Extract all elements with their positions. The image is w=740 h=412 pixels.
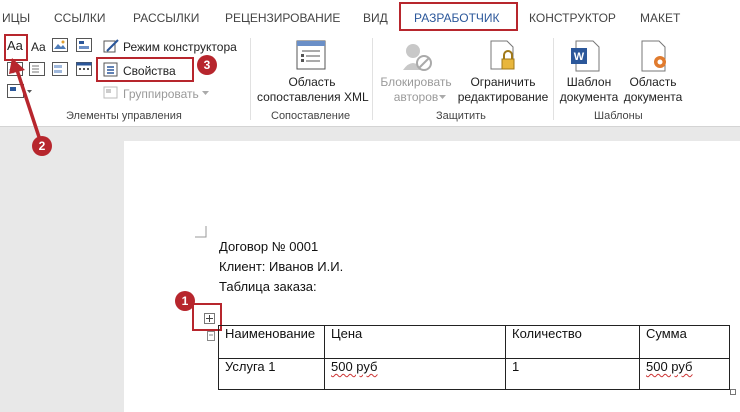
table-cell[interactable]: Услуга 1 [218,358,325,390]
templates-group-label: Шаблоны [594,110,643,122]
plain-text-control-icon[interactable]: Aa [31,40,46,54]
group-divider [250,38,251,120]
annotation-badge-2: 2 [32,136,52,156]
annotation-badge-1: 1 [175,291,195,311]
xml-pane-label-line1: Область [288,75,336,89]
date-picker-icon[interactable] [76,62,92,76]
group-icon [103,86,118,99]
table-header-cell[interactable]: Сумма [639,325,730,359]
document-template-line2: документа [559,90,619,104]
document-template-line1: Шаблон [566,75,612,89]
group-divider [553,38,554,120]
mapping-group-label: Сопоставление [271,110,351,122]
tab-mailings[interactable]: РАССЫЛКИ [133,11,199,25]
ribbon-tab-bar: ИЦЫ ССЫЛКИ РАССЫЛКИ РЕЦЕНЗИРОВАНИЕ ВИД Р… [0,0,740,33]
developer-tab-highlight [399,2,518,31]
combo-box-icon[interactable] [29,62,45,76]
chevron-down-icon [202,91,209,95]
table-cell[interactable]: 1 [505,358,640,390]
tab-layout[interactable]: МАКЕТ [640,11,680,25]
picture-control-icon[interactable] [52,38,68,52]
design-mode-icon [103,39,119,53]
document-panel-icon [641,40,666,72]
table-header-cell[interactable]: Наименование [218,325,325,359]
tab-design[interactable]: КОНСТРУКТОР [529,11,616,25]
properties-highlight [96,57,194,82]
rich-text-highlight [4,34,28,61]
document-line-table-caption: Таблица заказа: [219,279,317,294]
table-resize-handle[interactable] [730,389,736,395]
table-header-cell[interactable]: Цена [324,325,506,359]
table-header-cell[interactable]: Количество [505,325,640,359]
xml-mapping-pane-icon [296,40,326,70]
group-button[interactable]: Группировать [123,87,199,101]
restrict-editing-icon [490,40,515,70]
restrict-editing-line2: редактирование [457,90,549,104]
dropdown-list-icon[interactable] [52,62,68,76]
document-line-client: Клиент: Иванов И.И. [219,259,344,274]
legacy-tools-icon[interactable] [7,84,33,98]
protect-group-label: Защитить [436,110,486,122]
margin-corner-mark [195,226,207,238]
block-authors-icon [403,44,432,71]
tab-view[interactable]: ВИД [363,11,388,25]
controls-group-label: Элементы управления [66,110,182,122]
design-mode-button[interactable]: Режим конструктора [123,40,237,54]
table-cell-text: 500 руб [331,359,378,374]
block-authors-line2: авторов [393,90,439,104]
tab-review[interactable]: РЕЦЕНЗИРОВАНИЕ [225,11,340,25]
table-cell-text: 500 руб [646,359,693,374]
building-block-icon[interactable] [76,38,92,52]
document-template-icon: W [571,40,600,72]
block-authors-line1: Блокировать [380,75,452,89]
order-table[interactable]: Наименование Цена Количество Сумма Услуг… [218,325,730,390]
xml-pane-label-line2: сопоставления XML [257,90,369,104]
restrict-editing-line1: Ограничить [470,75,536,89]
table-cell[interactable]: 500 руб [324,358,506,390]
table-cell[interactable]: 500 руб [639,358,730,390]
row-marker-icon [207,331,215,341]
checkbox-control-icon[interactable] [7,62,23,76]
chevron-down-icon [439,95,446,99]
svg-text:W: W [574,51,585,63]
annotation-badge-3: 3 [197,55,217,75]
document-panel-line1: Область [629,75,677,89]
document-panel-line2: документа [623,90,683,104]
table-row: Наименование Цена Количество Сумма [218,325,730,359]
tab-partial[interactable]: ИЦЫ [2,11,30,25]
document-line-contract: Договор № 0001 [219,239,319,254]
tab-references[interactable]: ССЫЛКИ [54,11,105,25]
table-row: Услуга 1 500 руб 1 500 руб [218,358,730,390]
